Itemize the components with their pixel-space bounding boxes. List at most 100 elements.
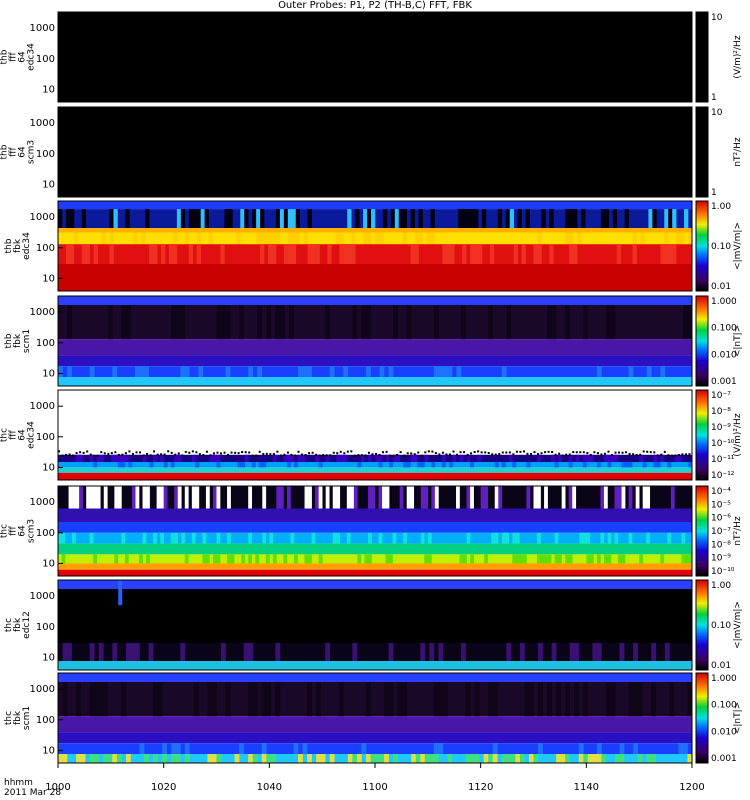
heatmap-cell [554, 554, 559, 564]
heatmap-cell [75, 454, 80, 462]
heatmap-cell [346, 532, 351, 544]
heatmap-cell [311, 451, 314, 454]
heatmap-cell [427, 450, 430, 453]
heatmap-cell [161, 244, 166, 264]
heatmap-cell [417, 462, 422, 468]
heatmap-cell [72, 486, 76, 509]
heatmap-cell [424, 451, 427, 454]
colorbar-tick-label: 10⁻¹¹ [711, 455, 735, 465]
heatmap-cell [196, 232, 201, 245]
heatmap-cell [385, 554, 390, 564]
heatmap-cell [121, 454, 126, 462]
heatmap-cell [406, 305, 412, 340]
heatmap-cell [596, 452, 599, 455]
heatmap-cell [438, 366, 444, 377]
y-tick-label: 10 [42, 652, 55, 663]
heatmap-cell [512, 532, 517, 544]
heatmap-cell [257, 366, 263, 377]
heatmap-cell [484, 486, 489, 509]
heatmap-cell [533, 486, 538, 509]
heatmap-cell [216, 462, 221, 468]
heatmap-cell [76, 682, 81, 717]
heatmap-cell [389, 454, 392, 457]
heatmap-cell [402, 682, 407, 717]
heatmap-cell [58, 209, 63, 228]
heatmap-cell [565, 554, 570, 564]
heatmap-cell [512, 462, 517, 468]
heatmap-cell [65, 209, 71, 228]
heatmap-cell [568, 453, 571, 456]
heatmap-cell [268, 232, 273, 245]
heatmap-cell [600, 209, 606, 228]
heatmap-cell [184, 486, 189, 509]
heatmap-cell [135, 486, 140, 509]
heatmap-cell [89, 453, 92, 456]
heatmap-cell [420, 532, 425, 544]
heatmap-cell [519, 554, 524, 564]
colorbar-tick-label: 10⁻⁹ [711, 423, 731, 433]
colorbar-tick-label: 1.00 [711, 202, 731, 212]
heatmap-cell [193, 682, 199, 717]
heatmap-cell [581, 209, 586, 228]
y-tick-label: 1000 [30, 401, 55, 412]
heatmap-cell [107, 754, 113, 763]
y-tick-label: 1000 [30, 497, 55, 508]
heatmap-cell [621, 486, 626, 509]
heatmap-cell [248, 486, 253, 509]
heatmap-cell [621, 462, 626, 468]
heatmap-cell [625, 451, 628, 454]
heatmap-cell [459, 451, 462, 454]
heatmap-cell [614, 532, 619, 544]
heatmap-cell [375, 232, 380, 245]
heatmap-cell [680, 232, 685, 245]
heatmap-cell [367, 451, 370, 454]
heatmap-cell [85, 244, 90, 264]
heatmap-cell [81, 209, 87, 228]
heatmap-cell [450, 244, 455, 264]
heatmap-cell [153, 682, 158, 717]
heatmap-cell [413, 454, 418, 462]
heatmap-cell [171, 305, 177, 340]
colorbar-tick-label: 10⁻⁷ [711, 391, 731, 401]
heatmap-cell [579, 451, 582, 454]
heatmap-cell [315, 453, 318, 456]
heatmap-cell [640, 232, 645, 245]
heatmap-cell [524, 682, 530, 717]
heatmap-cell [216, 754, 222, 763]
heatmap-cell [466, 453, 469, 456]
heatmap-cell [110, 452, 113, 455]
heatmap-cell [110, 454, 115, 462]
heatmap-cell [286, 462, 291, 468]
spectrogram-panel: 1000 100 10 thcfff64edc34 10⁻⁷ 10⁻⁸ 10⁻⁹ 10⁻¹⁰ 1… [0, 389, 743, 481]
heatmap-cell [252, 754, 258, 763]
heatmap-cell [572, 486, 577, 509]
heatmap-cell [188, 451, 191, 454]
heatmap-cell [392, 532, 397, 544]
heatmap-cell [146, 486, 150, 509]
heatmap-cell [663, 450, 666, 453]
heatmap-cell [664, 643, 670, 661]
heatmap-cell [170, 462, 175, 468]
heatmap-cell [596, 754, 602, 763]
heatmap-cell [180, 305, 186, 340]
heatmap-cell [565, 682, 571, 717]
heatmap-cell [308, 554, 312, 564]
heatmap-cell [433, 743, 439, 754]
heatmap-cell [445, 453, 448, 456]
heatmap-cell [93, 554, 98, 564]
heatmap-cell [196, 209, 201, 228]
heatmap-cell [410, 209, 415, 228]
heatmap-cell [130, 643, 136, 661]
heatmap-cell [392, 454, 395, 457]
heatmap-cell [117, 462, 122, 468]
heatmap-cell [452, 454, 457, 462]
y-axis-label: thbfbkscm1 [4, 329, 32, 353]
heatmap-cell [664, 209, 669, 228]
heatmap-cell [371, 486, 376, 509]
heatmap-cell [234, 754, 240, 763]
heatmap-cell [621, 554, 626, 564]
heatmap-cell [537, 232, 542, 245]
y-tick-label: 10 [42, 745, 55, 756]
heatmap-cell [195, 462, 200, 468]
heatmap-cell [399, 451, 402, 454]
